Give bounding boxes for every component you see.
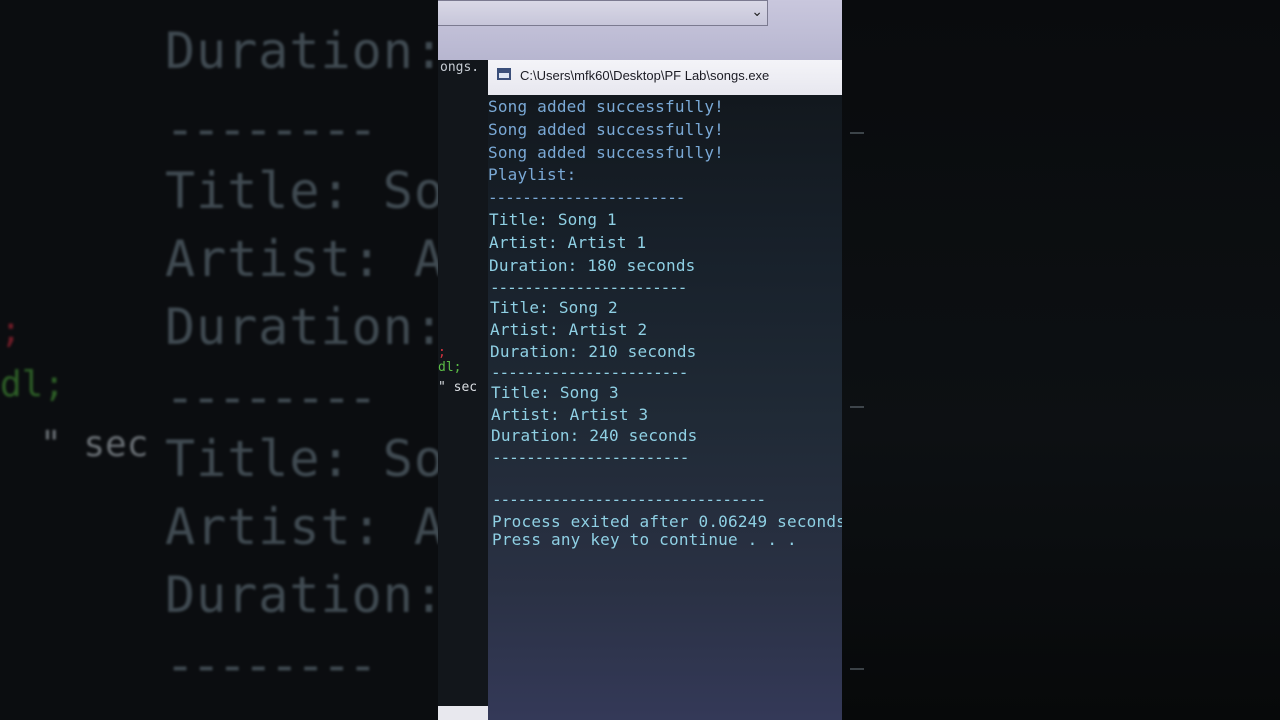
bg-text-line: Duration: [165, 298, 438, 356]
separator: ----------------------- [492, 448, 689, 467]
process-exit-message: Process exited after 0.06249 seconds [492, 512, 842, 531]
ide-dropdown[interactable]: ⌄ [438, 0, 768, 26]
song-artist: Artist: Artist 3 [491, 405, 649, 424]
code-fragment: dl; [438, 360, 462, 375]
song-title: Title: Song 2 [490, 298, 618, 317]
separator: ----------------------- [491, 363, 688, 382]
background-blur-right [842, 0, 1280, 720]
console-message: Song added successfully! [488, 143, 724, 162]
bg-dash [850, 668, 864, 670]
long-separator: -------------------------------- [492, 490, 766, 509]
console-window-icon [497, 68, 511, 80]
song-duration: Duration: 240 seconds [491, 426, 698, 445]
chevron-down-icon[interactable]: ⌄ [751, 4, 763, 20]
song-duration: Duration: 210 seconds [490, 342, 697, 361]
playlist-label: Playlist: [488, 165, 577, 184]
ide-toolbar-strip: ⌄ [438, 0, 842, 60]
bg-text-line: Artist: A [165, 498, 438, 556]
bg-text-line: -------- [165, 636, 378, 694]
bg-text-line: Duration: [165, 566, 438, 624]
bg-text-line: Title: So [165, 162, 438, 220]
bg-code-fragment: dl; [0, 364, 66, 405]
window-title: C:\Users\mfk60\Desktop\PF Lab\songs.exe [520, 68, 770, 83]
console-window[interactable]: C:\Users\mfk60\Desktop\PF Lab\songs.exe … [488, 60, 842, 720]
bg-text-line: Duration: [165, 22, 438, 80]
console-message: Song added successfully! [488, 97, 724, 116]
song-artist: Artist: Artist 1 [489, 233, 647, 252]
bg-text-line: Title: So [165, 430, 438, 488]
console-message: Song added successfully! [488, 120, 724, 139]
bg-code-fragment: ; [0, 310, 22, 351]
song-duration: Duration: 180 seconds [489, 256, 696, 275]
code-fragment-semicolon: ; [438, 345, 446, 360]
bg-dash [850, 132, 864, 134]
bg-text-line: -------- [165, 368, 378, 426]
song-artist: Artist: Artist 2 [490, 320, 648, 339]
bg-text-line: Artist: A [165, 230, 438, 288]
song-title: Title: Song 3 [491, 383, 619, 402]
taskbar-edge [438, 706, 494, 720]
editor-tab[interactable]: ongs. [438, 60, 490, 82]
separator: ----------------------- [488, 188, 685, 207]
separator: ----------------------- [490, 278, 687, 297]
screen: ⌄ ongs. ; dl; " sec C:\Users\mfk60\Deskt… [438, 0, 842, 720]
code-fragment: " sec [438, 380, 478, 395]
bg-code-fragment: " sec [40, 424, 149, 465]
background-blur-left: Duration: -------- Title: So Artist: A D… [0, 0, 438, 720]
song-title: Title: Song 1 [489, 210, 617, 229]
press-any-key-prompt: Press any key to continue . . . [492, 530, 797, 549]
console-titlebar[interactable]: C:\Users\mfk60\Desktop\PF Lab\songs.exe [488, 60, 842, 95]
bg-dash [850, 406, 864, 408]
bg-text-line: -------- [165, 100, 378, 158]
